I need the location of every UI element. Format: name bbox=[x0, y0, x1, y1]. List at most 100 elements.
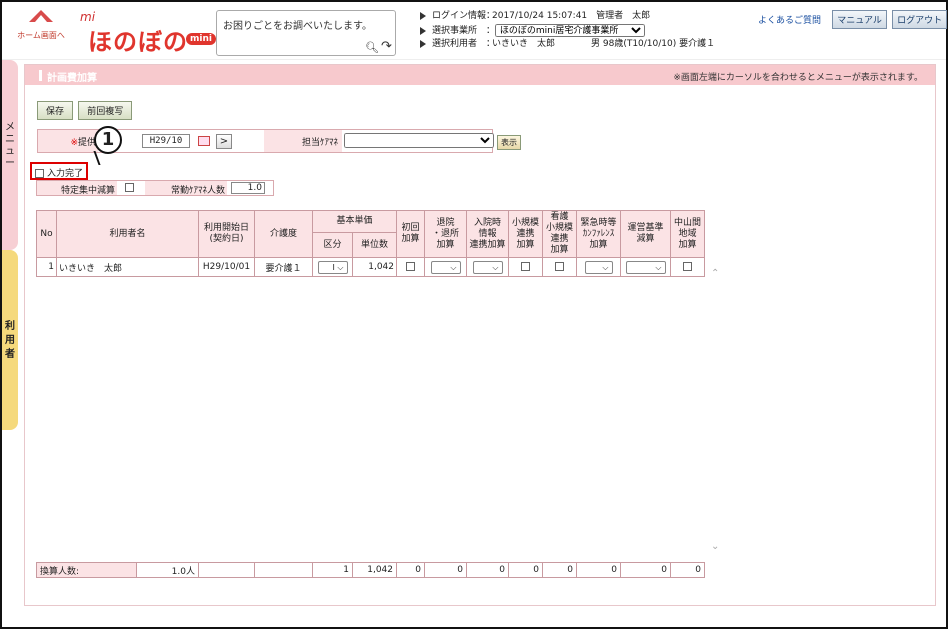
provider-label: ※提供 bbox=[38, 130, 98, 152]
title-bar: 計画費加算 ※画面左端にカーソルを合わせるとメニューが表示されます。 bbox=[25, 65, 935, 85]
side-user-tab[interactable]: 利用者 bbox=[2, 250, 18, 430]
office-select[interactable]: ほのぼのmini居宅介護事業所 bbox=[494, 24, 645, 37]
row-emergency-cell: ⌵ bbox=[576, 257, 621, 277]
office-label: 選択事業所 ： bbox=[432, 26, 496, 36]
col-name: 利用者名 bbox=[56, 210, 199, 258]
share-arrow-icon[interactable]: ↷ bbox=[381, 39, 392, 54]
nursing-checkbox[interactable] bbox=[555, 262, 564, 271]
calendar-icon[interactable] bbox=[198, 136, 210, 146]
fulltime-caremanager-input[interactable]: 1.0 bbox=[231, 182, 265, 194]
callout-marker: 1 bbox=[94, 126, 122, 154]
small-scale-checkbox[interactable] bbox=[521, 262, 530, 271]
logo: mi ほのぼの mini bbox=[74, 10, 216, 56]
side-menu-tab[interactable]: メニュー bbox=[2, 60, 18, 250]
faq-link[interactable]: よくあるご質問 bbox=[758, 16, 821, 26]
col-mountain: 中山間 地域 加算 bbox=[670, 210, 705, 258]
table-scrollbar[interactable]: ⌃ ⌄ bbox=[708, 268, 724, 552]
search-icon[interactable]: 🔍︎ bbox=[365, 41, 379, 54]
col-nursing: 看護 小規模 連携 加算 bbox=[542, 210, 577, 258]
page-title: 計画費加算 bbox=[47, 73, 97, 84]
login-label: ログイン情報： bbox=[432, 11, 496, 21]
col-small-l3: 加算 bbox=[516, 239, 535, 250]
col-mountain-l2: 地域 bbox=[678, 228, 697, 239]
show-button[interactable]: 表示 bbox=[497, 135, 521, 150]
total-small: 0 bbox=[508, 562, 543, 578]
row-admission-cell: ⌵ bbox=[466, 257, 509, 277]
addition-table: No 利用者名 利用開始日 (契約日) 介護度 基本単価 初回 加算 退院 ・退所 加算… bbox=[36, 209, 705, 277]
col-care-level: 介護度 bbox=[254, 210, 313, 258]
discharge-select[interactable]: ⌵ bbox=[430, 260, 461, 274]
row-mountain-cell bbox=[670, 257, 705, 277]
col-emergency-l2: ｶﾝﾌｧﾚﾝｽ bbox=[582, 228, 615, 239]
total-blank-start bbox=[198, 562, 255, 578]
col-initial-l2: 加算 bbox=[401, 234, 420, 244]
special-reduction-label: 特定集中減算 bbox=[37, 181, 117, 196]
scroll-down-icon[interactable]: ⌄ bbox=[711, 541, 719, 552]
manager-select[interactable] bbox=[344, 133, 494, 148]
help-search-placeholder: お困りごとをお調べいたします。 bbox=[223, 21, 372, 32]
input-complete-checkbox[interactable]: 入力完了 bbox=[30, 162, 88, 180]
user-label: 選択利用者 ： bbox=[432, 39, 496, 49]
home-icon bbox=[29, 10, 53, 22]
col-category: 区分 bbox=[312, 232, 353, 258]
category-select[interactable]: Ⅰ ⌵ bbox=[317, 260, 348, 274]
row-small-cell bbox=[508, 257, 543, 277]
table-row[interactable]: 1 いきいき 太郎 H29/10/01 要介護１ Ⅰ ⌵ 1,042 ⌵ ⌵ ⌵… bbox=[36, 257, 705, 277]
save-button[interactable]: 保存 bbox=[37, 101, 74, 120]
row-initial-cell bbox=[396, 257, 425, 277]
col-mountain-l3: 加算 bbox=[678, 239, 697, 250]
col-operation: 運営基準 減算 bbox=[620, 210, 671, 258]
col-start-l1: 利用開始日 bbox=[203, 223, 249, 233]
col-emergency-l3: 加算 bbox=[589, 239, 608, 250]
row-units: 1,042 bbox=[352, 257, 397, 277]
home-button[interactable]: ホーム画面へ bbox=[16, 10, 66, 52]
next-month-button[interactable]: > bbox=[216, 134, 232, 149]
col-admission: 入院時 情報 連携加算 bbox=[466, 210, 509, 258]
operation-select[interactable]: ⌵ bbox=[625, 260, 666, 274]
top-links: よくあるご質問 マニュアル ログアウト bbox=[758, 10, 948, 29]
fulltime-caremanager-label: 常勤ｹｱﾏﾈ人数 bbox=[145, 181, 227, 196]
login-value: 2017/10/24 15:07:41 管理者 太郎 bbox=[492, 11, 651, 21]
scroll-up-icon[interactable]: ⌃ bbox=[711, 268, 719, 279]
total-units: 1,042 bbox=[352, 562, 397, 578]
bullet-triangle-icon bbox=[420, 11, 426, 20]
logout-button[interactable]: ログアウト bbox=[892, 10, 948, 29]
col-units: 単位数 bbox=[352, 232, 397, 258]
col-nursing-l1: 看護 bbox=[550, 212, 569, 222]
checkbox-icon[interactable] bbox=[35, 169, 44, 178]
action-buttons: 保存 前回複写 bbox=[37, 101, 134, 120]
total-discharge: 0 bbox=[424, 562, 467, 578]
col-admission-l3: 連携加算 bbox=[469, 239, 506, 250]
side-menu-label: メニュー bbox=[5, 122, 15, 169]
category-value: Ⅰ bbox=[332, 262, 335, 272]
mountain-checkbox[interactable] bbox=[683, 262, 692, 271]
header: ホーム画面へ mi ほのぼの mini お困りごとをお調べいたします。 🔍︎ ↷… bbox=[2, 2, 948, 60]
row-care-level: 要介護１ bbox=[254, 257, 313, 277]
col-emergency: 緊急時等 ｶﾝﾌｧﾚﾝｽ 加算 bbox=[576, 210, 621, 258]
row-category-cell: Ⅰ ⌵ bbox=[312, 257, 353, 277]
total-operation: 0 bbox=[620, 562, 671, 578]
total-nursing: 0 bbox=[542, 562, 577, 578]
row-nursing-cell bbox=[542, 257, 577, 277]
provider-month-field[interactable]: H29/10 bbox=[142, 134, 190, 148]
total-label: 換算人数: bbox=[36, 562, 137, 578]
help-search-box[interactable]: お困りごとをお調べいたします。 🔍︎ ↷ bbox=[216, 10, 396, 56]
title-accent-bar bbox=[39, 70, 42, 81]
row-discharge-cell: ⌵ bbox=[424, 257, 467, 277]
special-reduction-checkbox[interactable] bbox=[125, 183, 134, 192]
copy-previous-button[interactable]: 前回複写 bbox=[78, 101, 133, 120]
admission-select[interactable]: ⌵ bbox=[472, 260, 503, 274]
col-admission-l2: 情報 bbox=[478, 228, 497, 239]
col-nursing-l4: 加算 bbox=[550, 245, 569, 255]
col-basic-unit: 基本単価 bbox=[312, 209, 397, 234]
home-label: ホーム画面へ bbox=[17, 31, 65, 40]
total-category: 1 bbox=[312, 562, 353, 578]
initial-checkbox[interactable] bbox=[406, 262, 415, 271]
user-value: いきいき 太郎 男 98歳(T10/10/10) 要介護１ bbox=[492, 39, 716, 49]
emergency-select[interactable]: ⌵ bbox=[584, 260, 613, 274]
manual-button[interactable]: マニュアル bbox=[832, 10, 887, 29]
bullet-triangle-icon bbox=[420, 39, 426, 48]
total-people: 1.0人 bbox=[136, 562, 199, 578]
total-blank-care bbox=[254, 562, 313, 578]
col-nursing-l3: 連携 bbox=[550, 234, 569, 244]
